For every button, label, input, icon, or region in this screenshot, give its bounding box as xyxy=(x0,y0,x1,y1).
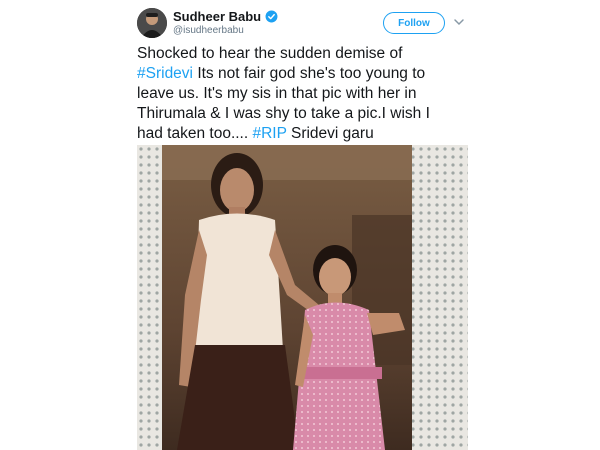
author-handle[interactable]: @isudheerbabu xyxy=(173,25,244,36)
tweet-line-4: Thirumala & I was shy to take a pic.I wi… xyxy=(137,105,430,122)
tweet-line-2-text: Its not fair god she's too young to xyxy=(197,65,426,82)
vintage-photo-image xyxy=(137,145,468,450)
profile-avatar[interactable] xyxy=(137,8,167,38)
hashtag-sridevi-link[interactable]: #Sridevi xyxy=(137,65,193,82)
tweet-line-1: Shocked to hear the sudden demise of xyxy=(137,45,403,62)
tweet-line-5-text: had taken too.... xyxy=(137,125,249,142)
hashtag-rip-link[interactable]: #RIP xyxy=(252,125,286,142)
tweet-line-5: had taken too.... #RIP Sridevi garu xyxy=(137,124,467,144)
tweet-photo[interactable] xyxy=(137,145,468,450)
follow-button[interactable]: Follow xyxy=(383,12,445,34)
tweet-line-3: leave us. It's my sis in that pic with h… xyxy=(137,85,417,102)
author-display-name[interactable]: Sudheer Babu xyxy=(173,9,261,24)
profile-avatar-icon xyxy=(137,8,167,38)
tweet-card: Sudheer Babu @isudheerbabu Follow Shocke… xyxy=(0,0,600,450)
author-name-row: Sudheer Babu xyxy=(173,9,278,24)
tweet-line-5-tail: Sridevi garu xyxy=(290,125,374,142)
chevron-down-icon[interactable] xyxy=(453,16,465,28)
tweet-text: Shocked to hear the sudden demise of #Sr… xyxy=(137,44,467,144)
tweet-line-2: #Sridevi Its not fair god she's too youn… xyxy=(137,64,467,84)
verified-badge-icon xyxy=(265,10,278,23)
